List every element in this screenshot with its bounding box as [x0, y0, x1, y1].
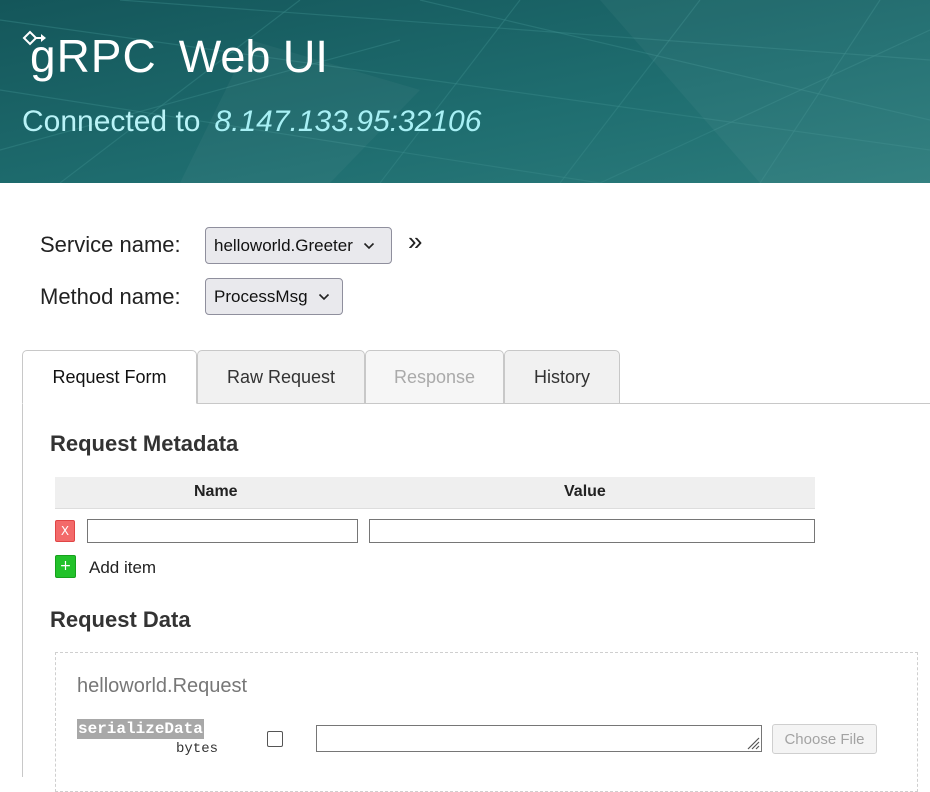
tab-history[interactable]: History — [504, 350, 620, 404]
method-name-label: Method name: — [40, 284, 181, 309]
column-name-header: Name — [194, 483, 238, 500]
connected-label: Connected to — [22, 105, 201, 138]
logo-text: gRPC — [30, 30, 157, 82]
field-type: bytes — [176, 741, 219, 757]
add-item-label[interactable]: Add item — [89, 558, 156, 578]
chevron-down-icon — [363, 242, 374, 249]
metadata-value-input[interactable] — [369, 519, 815, 543]
remove-row-button[interactable]: X — [55, 520, 75, 542]
method-select[interactable]: ProcessMsg — [205, 278, 343, 315]
chevron-down-icon — [318, 293, 329, 300]
app-title: Web UI — [178, 31, 328, 82]
metadata-name-input[interactable] — [87, 519, 358, 543]
message-type: helloworld.Request — [77, 675, 248, 697]
column-value-header: Value — [564, 483, 606, 500]
tab-request-form[interactable]: Request Form — [22, 350, 197, 404]
tab-bar: Request Form Raw Request Response Histor… — [22, 350, 930, 404]
panel-border — [22, 403, 23, 777]
tab-raw-request[interactable]: Raw Request — [197, 350, 365, 404]
service-name-label: Service name: — [40, 232, 181, 257]
request-data-title: Request Data — [50, 607, 191, 632]
field-name: serializeData — [77, 719, 204, 739]
service-select-value: helloworld.Greeter — [214, 235, 353, 255]
method-select-value: ProcessMsg — [214, 286, 308, 306]
request-metadata-title: Request Metadata — [50, 431, 239, 456]
field-checkbox[interactable] — [267, 731, 283, 747]
resize-grip-icon[interactable] — [744, 734, 760, 750]
tab-response[interactable]: Response — [365, 350, 504, 404]
connection-status: Connected to 8.147.133.95:32106 — [22, 105, 481, 139]
choose-file-button[interactable]: Choose File — [772, 724, 877, 754]
metadata-header-divider — [55, 508, 815, 509]
connected-host: 8.147.133.95:32106 — [214, 105, 482, 138]
metadata-table-header: Name Value — [55, 477, 815, 508]
app-header: gRPC Web UI Connected to 8.147.133.95:321… — [0, 0, 930, 183]
field-value-textarea[interactable] — [316, 725, 762, 752]
brand: gRPC Web UI — [22, 28, 328, 84]
service-select[interactable]: helloworld.Greeter — [205, 227, 392, 264]
add-item-button[interactable]: + — [55, 555, 76, 578]
grpc-logo-icon — [22, 30, 46, 46]
expand-toggle[interactable]: » — [408, 226, 422, 257]
